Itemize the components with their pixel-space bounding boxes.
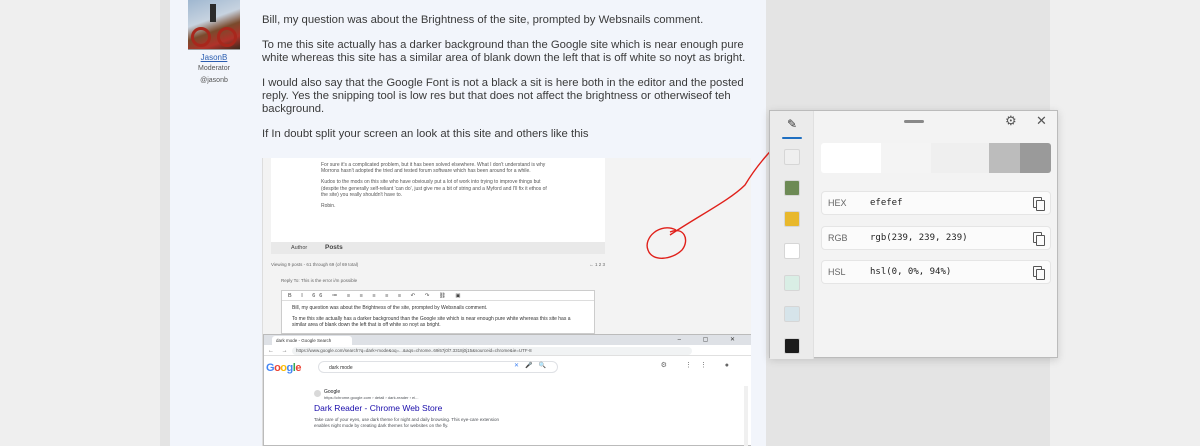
shade-swatch[interactable] [1020,143,1051,173]
copy-icon[interactable] [1033,232,1045,246]
page-right-margin [1050,0,1200,446]
browser-url: https://www.google.com/search?q=dark+mod… [292,347,692,355]
search-box-icons: ✕🎤🔍 [514,363,552,369]
post-paragraph: If In doubt split your screen an look at… [262,128,589,140]
embedded-viewing-text: Viewing 9 posts - 61 through 69 (of 69 t… [271,262,359,267]
post-body: Bill, my question was about the Brightne… [262,14,760,153]
embedded-editor: B I 66 ≔ ≡ ≡ ≡ ≡ ≡ ↶ ↷ ⛓ ▣ Bill, my ques… [281,290,595,334]
history-swatch[interactable] [784,338,800,354]
hex-value[interactable]: efefef [870,198,903,208]
post-paragraph: I would also say that the Google Font is… [262,77,744,115]
result-url: https://chrome.google.com › detail › dar… [324,395,419,400]
result-snippet: Take care of your eyes, use dark theme f… [314,417,534,429]
window-controls: – ▢ ✕ [677,337,745,343]
rgb-label: RGB [828,233,848,243]
post-paragraph: Bill, my question was about the Brightne… [262,14,704,26]
history-swatch[interactable] [784,180,800,196]
gear-icon[interactable]: ⚙ [1005,113,1017,129]
post-paragraph: To me this site actually has a darker ba… [262,39,746,64]
hex-label: HEX [828,198,847,208]
embedded-posts-label: Posts [325,244,343,251]
traction-engine-wheel [217,27,237,47]
history-swatch[interactable] [784,149,800,165]
author-role: Moderator [198,65,230,72]
google-logo: Google [266,362,301,374]
page-left-margin [0,0,160,446]
drag-handle[interactable] [904,120,924,123]
embedded-editor-content: Bill, my question was about the Brightne… [282,301,594,332]
embedded-editor-toolbar: B I 66 ≔ ≡ ≡ ≡ ≡ ≡ ↶ ↷ ⛓ ▣ [282,291,594,301]
history-swatch[interactable] [784,211,800,227]
close-icon[interactable]: ✕ [1036,113,1047,129]
shade-swatch[interactable] [931,143,989,173]
shade-swatch[interactable] [989,143,1020,173]
result-title: Dark Reader - Chrome Web Store [314,403,443,413]
traction-engine-wheel [191,27,211,47]
shade-swatch[interactable] [881,143,931,173]
hsl-row: HSL hsl(0, 0%, 94%) [821,260,1051,284]
embedded-quote-paragraph: Kudos to the mods on this site who have … [321,179,547,198]
embedded-browser-window: dark mode - Google Search – ▢ ✕ ← → ↻ ht… [263,334,751,446]
hsl-label: HSL [828,267,846,277]
embedded-editor-line: To me this site actually has a darker ba… [292,316,571,328]
embedded-reply-label: Reply To: This is the error i/m possible [281,278,358,283]
embedded-viewing-count: Viewing 9 posts - 61 through 69 (of 69 t… [271,262,605,267]
embedded-quote-paragraph: Robin. [321,203,336,210]
history-swatch[interactable] [784,306,800,322]
eyedropper-icon[interactable]: ✎ [781,113,803,135]
embedded-author-header: Author Posts [271,242,605,254]
browser-tab: dark mode - Google Search [272,336,352,345]
result-site: Google [314,389,534,397]
embedded-pager: ← 1 2 3 [589,262,605,267]
color-history-sidebar: ✎ [770,111,814,359]
author-handle: @jasonb [200,77,228,84]
history-swatch[interactable] [784,243,800,259]
browser-address-bar: ← → ↻ https://www.google.com/search?q=da… [264,345,751,356]
rgb-value[interactable]: rgb(239, 239, 239) [870,233,968,243]
google-results-page: Google dark mode ✕🎤🔍 ⚙ ⋮⋮ ● Google https… [264,356,751,446]
embedded-quote-paragraph: For sure it's a complicated problem, but… [321,162,546,175]
eyedropper-active-indicator [782,137,802,139]
shade-bar [821,143,1051,173]
embedded-quote: For sure it's a complicated problem, but… [271,158,605,242]
embedded-author-label: Author [291,245,308,251]
hsl-value[interactable]: hsl(0, 0%, 94%) [870,267,951,277]
embedded-forum-view: For sure it's a complicated problem, but… [263,158,751,334]
copy-icon[interactable] [1033,266,1045,280]
browser-scrollbar [744,386,748,446]
hex-row: HEX efefef [821,191,1051,215]
embedded-screenshot: For sure it's a complicated problem, but… [262,158,751,446]
author-name-link[interactable]: JasonB [188,53,240,62]
history-swatch[interactable] [784,275,800,291]
search-result: Google https://chrome.google.com › detai… [314,389,534,429]
traction-engine-chimney [210,4,216,22]
google-header-icons: ⚙ ⋮⋮ ● [660,362,737,369]
result-snippet-line: enables night mode by creating dark them… [314,423,449,428]
embedded-editor-line: Bill, my question was about the Brightne… [292,305,488,311]
avatar[interactable] [188,0,240,50]
color-picker-window: ✎ ⚙ ✕ HEX efefef RGB rgb(239, 239, 239) … [769,110,1058,359]
browser-tab-bar: dark mode - Google Search – ▢ ✕ [264,335,751,345]
shade-swatch[interactable] [821,143,881,173]
copy-icon[interactable] [1033,197,1045,211]
rgb-row: RGB rgb(239, 239, 239) [821,226,1051,250]
